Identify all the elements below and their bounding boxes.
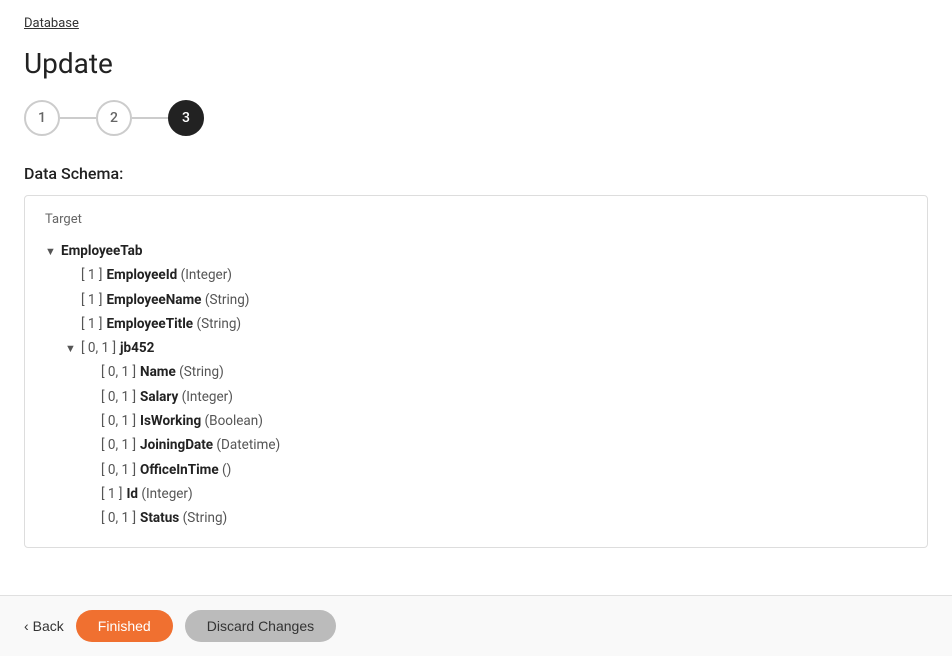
- page-title: Update: [24, 47, 928, 80]
- step-1[interactable]: 1: [24, 100, 60, 136]
- field-type: (String): [205, 288, 250, 312]
- list-item: [ 0, 1 ] Status (String): [45, 506, 907, 530]
- list-item: [ 1 ] Id (Integer): [45, 482, 907, 506]
- field-name: IsWorking: [140, 409, 201, 433]
- field-name: EmployeeTitle: [106, 312, 193, 336]
- page-container: Database Update 1 2 3 Data Schema: Targe…: [0, 0, 952, 584]
- back-label: Back: [33, 618, 64, 634]
- stepper: 1 2 3: [24, 100, 928, 136]
- field-type: (String): [183, 506, 228, 530]
- back-arrow-icon: ‹: [24, 618, 29, 634]
- bracket: [ 0, 1 ]: [101, 458, 136, 482]
- step-2[interactable]: 2: [96, 100, 132, 136]
- target-label: Target: [45, 212, 907, 227]
- bracket: [ 0, 1 ]: [101, 385, 136, 409]
- field-name: EmployeeName: [106, 288, 201, 312]
- field-type: (Boolean): [205, 409, 263, 433]
- list-item: [ 1 ] EmployeeId (Integer): [45, 263, 907, 287]
- step-line-2: [132, 117, 168, 119]
- back-button[interactable]: ‹ Back: [24, 618, 64, 634]
- tree-root: ▼ EmployeeTab: [45, 239, 907, 263]
- bracket: [ 1 ]: [81, 288, 102, 312]
- field-type: (Datetime): [216, 433, 280, 457]
- list-item: [ 0, 1 ] Name (String): [45, 360, 907, 384]
- field-type: (Integer): [181, 263, 232, 287]
- list-item: [ 1 ] EmployeeName (String): [45, 288, 907, 312]
- field-name: Name: [140, 360, 176, 384]
- step-3[interactable]: 3: [168, 100, 204, 136]
- field-type: (Integer): [182, 385, 233, 409]
- field-type: (String): [196, 312, 241, 336]
- schema-section-label: Data Schema:: [24, 164, 928, 183]
- bracket: [ 0, 1 ]: [81, 336, 116, 360]
- list-item: [ 0, 1 ] JoiningDate (Datetime): [45, 433, 907, 457]
- tree: ▼ EmployeeTab [ 1 ] EmployeeId (Integer)…: [45, 239, 907, 531]
- schema-container: Target ▼ EmployeeTab [ 1 ] EmployeeId (I…: [24, 195, 928, 548]
- bracket: [ 1 ]: [101, 482, 122, 506]
- bracket: [ 0, 1 ]: [101, 360, 136, 384]
- field-name: OfficeInTime: [140, 458, 219, 482]
- field-name: jb452: [120, 336, 154, 360]
- bracket: [ 0, 1 ]: [101, 433, 136, 457]
- breadcrumb: Database: [24, 16, 928, 31]
- list-item: [ 0, 1 ] IsWorking (Boolean): [45, 409, 907, 433]
- chevron-icon: ▼: [65, 339, 81, 359]
- finished-button[interactable]: Finished: [76, 610, 173, 642]
- field-type: (Integer): [141, 482, 192, 506]
- field-name: Id: [126, 482, 138, 506]
- list-item: [ 1 ] EmployeeTitle (String): [45, 312, 907, 336]
- bracket: [ 0, 1 ]: [101, 409, 136, 433]
- field-name: Status: [140, 506, 179, 530]
- list-item: [ 0, 1 ] OfficeInTime (): [45, 458, 907, 482]
- bracket: [ 0, 1 ]: [101, 506, 136, 530]
- list-item: ▼ [ 0, 1 ] jb452: [45, 336, 907, 360]
- field-name: EmployeeId: [106, 263, 177, 287]
- field-name: Salary: [140, 385, 178, 409]
- list-item: [ 0, 1 ] Salary (Integer): [45, 385, 907, 409]
- bracket: [ 1 ]: [81, 263, 102, 287]
- breadcrumb-link[interactable]: Database: [24, 16, 79, 31]
- field-name: JoiningDate: [140, 433, 213, 457]
- footer-bar: ‹ Back Finished Discard Changes: [0, 595, 952, 656]
- step-line-1: [60, 117, 96, 119]
- discard-button[interactable]: Discard Changes: [185, 610, 336, 642]
- bracket: [ 1 ]: [81, 312, 102, 336]
- field-type: (): [222, 458, 231, 482]
- chevron-root: ▼: [45, 242, 61, 262]
- root-name: EmployeeTab: [61, 239, 142, 263]
- field-type: (String): [179, 360, 224, 384]
